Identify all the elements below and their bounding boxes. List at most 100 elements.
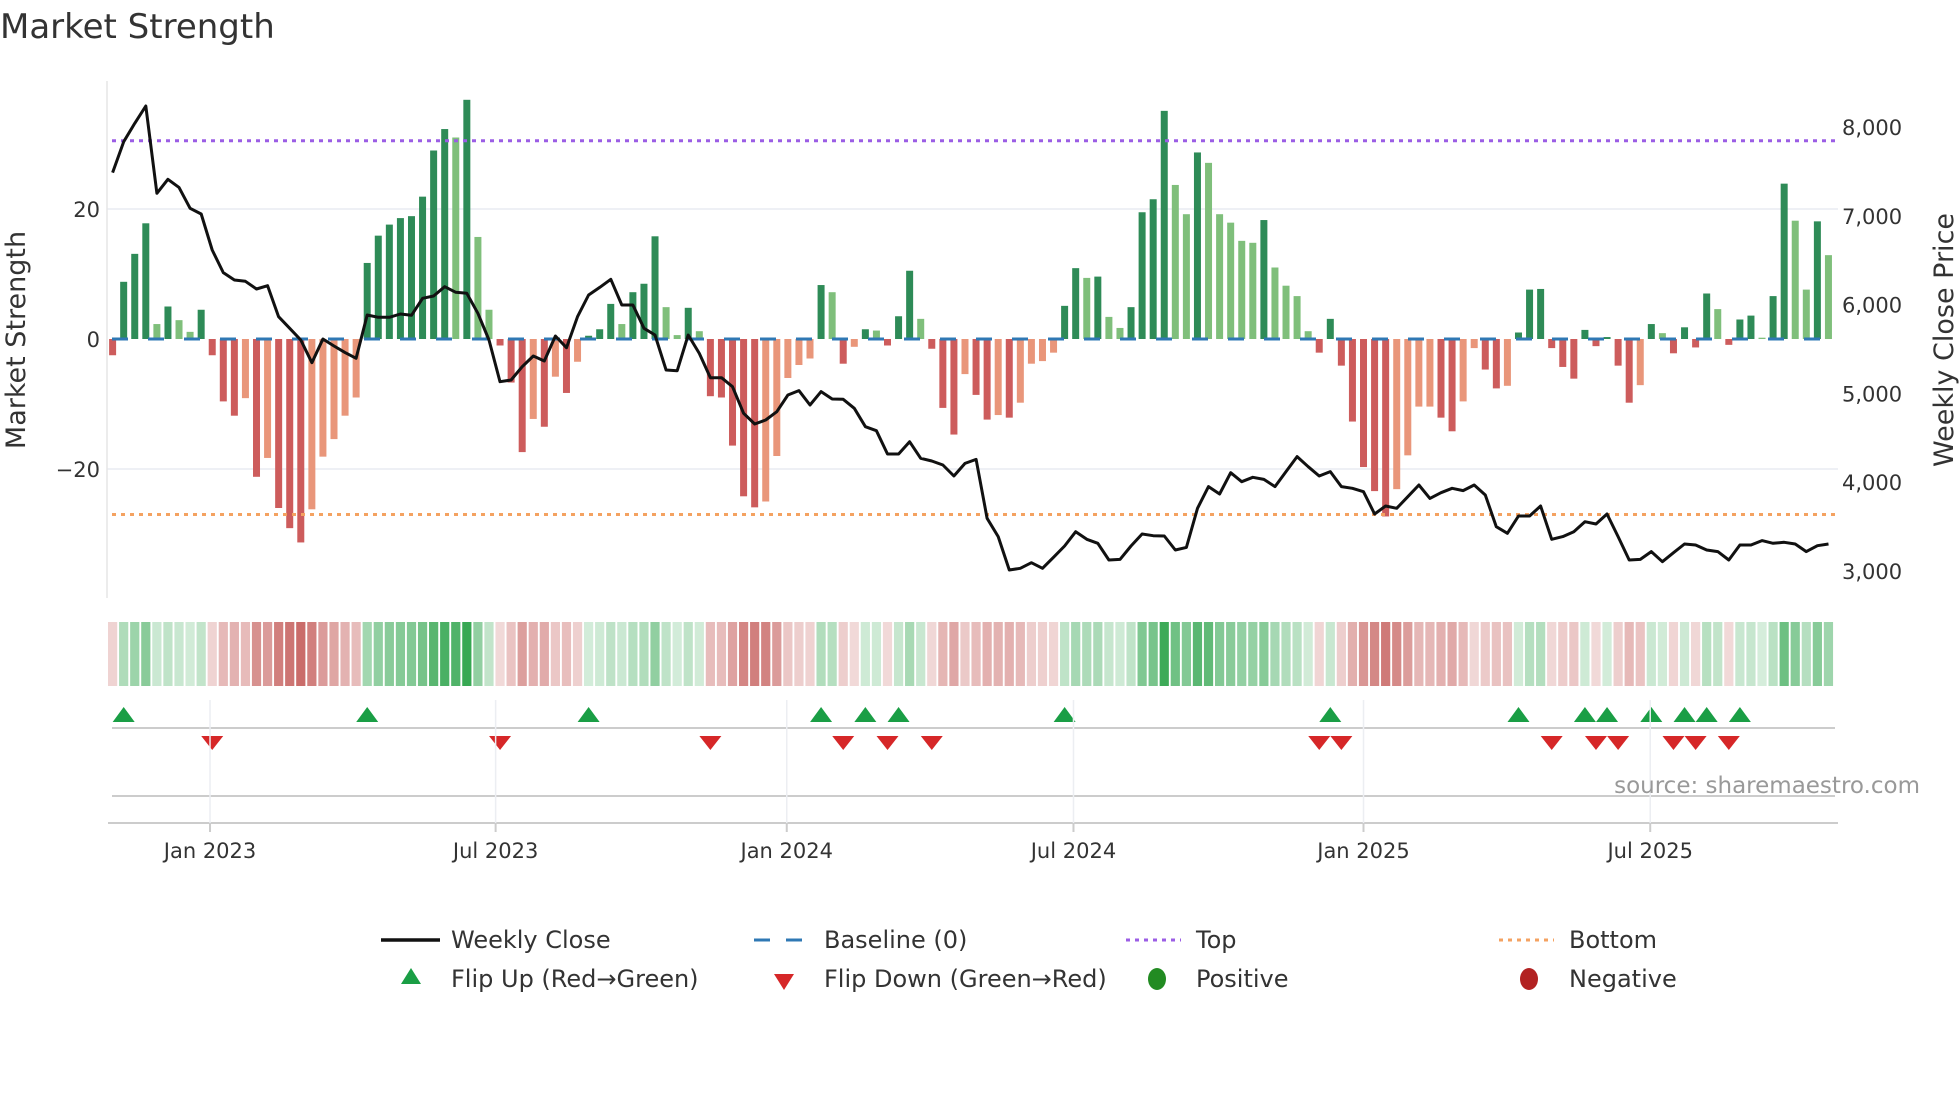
- strength-bar: [1813, 221, 1821, 339]
- strength-bar: [717, 339, 725, 398]
- strength-bar: [1249, 242, 1257, 339]
- heat-cell: [1347, 622, 1358, 686]
- heat-cell: [982, 622, 992, 686]
- strength-bar: [651, 236, 659, 339]
- strength-bar: [1404, 339, 1412, 456]
- strength-bar: [1415, 339, 1423, 407]
- heat-cell: [1115, 622, 1125, 686]
- strength-bar: [131, 253, 139, 339]
- heat-cell: [1458, 622, 1468, 686]
- heat-cell: [694, 622, 704, 686]
- heat-cell: [794, 622, 804, 686]
- strength-bar: [330, 339, 338, 440]
- heat-cell: [130, 622, 140, 686]
- strength-bar: [1094, 276, 1102, 339]
- heat-cell: [539, 622, 549, 686]
- legend: Weekly Close Baseline (0) Top Bottom Fli…: [381, 926, 1677, 993]
- left-tick-label: −20: [56, 458, 100, 482]
- heat-cell: [1801, 622, 1811, 686]
- strength-bar: [1326, 318, 1334, 339]
- strength-bar: [1337, 339, 1345, 366]
- strength-bar: [120, 281, 128, 339]
- heat-cell: [805, 622, 815, 686]
- heat-cell: [296, 622, 306, 686]
- strength-bar: [795, 339, 803, 365]
- flip-down-marker: [1308, 736, 1331, 750]
- heat-cell: [1513, 622, 1524, 686]
- heat-cell: [1558, 622, 1568, 686]
- strength-bar: [839, 339, 847, 364]
- flip-up-marker: [1673, 707, 1696, 722]
- left-axis-ticks: 20 0 −20: [56, 198, 100, 482]
- heat-cell: [185, 622, 195, 686]
- heat-cell: [650, 622, 660, 686]
- flip-down-marker: [876, 736, 899, 750]
- strength-bar: [1271, 267, 1279, 339]
- heat-cell: [1635, 622, 1645, 686]
- strength-bar: [529, 339, 537, 419]
- strength-bar: [1824, 255, 1832, 339]
- strength-bar: [706, 339, 714, 397]
- heat-cell: [905, 622, 915, 686]
- flip-down-marker: [489, 736, 512, 750]
- strength-bar: [1149, 199, 1157, 339]
- strength-bar: [1193, 152, 1201, 339]
- heat-cell: [849, 622, 859, 686]
- right-tick-label: 7,000: [1842, 205, 1902, 229]
- heat-cell: [119, 622, 129, 686]
- heat-cell: [716, 622, 727, 686]
- strength-bar: [286, 339, 294, 529]
- strength-bar: [1083, 277, 1091, 339]
- heat-cell: [1790, 622, 1800, 686]
- heat-cell: [307, 622, 317, 686]
- heat-cell: [1358, 622, 1369, 686]
- heat-cell: [1126, 622, 1136, 686]
- strength-bar: [1227, 222, 1235, 339]
- heat-cell: [860, 622, 870, 686]
- strength-bar: [496, 339, 504, 346]
- heat-cell: [351, 622, 361, 686]
- heat-cell: [1735, 622, 1745, 686]
- heat-cell: [1148, 622, 1158, 686]
- heat-cell: [683, 622, 693, 686]
- flip-up-marker: [1319, 707, 1342, 722]
- flip-up-marker: [112, 707, 135, 722]
- heat-cell: [783, 622, 793, 686]
- heat-cell: [1436, 622, 1446, 686]
- flip-up-marker: [854, 707, 877, 722]
- legend-bottom: Bottom: [1569, 926, 1657, 954]
- flip-down-marker: [1540, 736, 1563, 750]
- strength-bar: [1238, 240, 1246, 339]
- flip-down-marker: [1330, 736, 1353, 750]
- strength-bar: [1703, 293, 1711, 339]
- heat-cell: [738, 622, 749, 686]
- strength-bar: [994, 339, 1002, 416]
- heat-cell: [750, 622, 760, 686]
- strength-bar: [1614, 339, 1622, 366]
- heat-cell: [152, 622, 162, 686]
- strength-bar: [1005, 339, 1013, 418]
- strength-bar: [1171, 184, 1179, 339]
- x-tick-label: Jan 2023: [162, 839, 257, 863]
- heat-cell: [406, 622, 417, 686]
- strength-bar: [230, 339, 238, 416]
- heat-cell: [1259, 622, 1269, 686]
- heat-cell: [938, 622, 948, 686]
- strength-bar: [153, 324, 161, 339]
- strength-bar: [374, 235, 382, 339]
- strength-bar: [939, 339, 947, 408]
- strength-bar: [972, 339, 980, 395]
- heat-cell: [628, 622, 638, 686]
- strength-bar: [308, 339, 316, 510]
- strength-bar: [1526, 289, 1534, 339]
- strength-bar: [1072, 268, 1080, 339]
- flip-up-marker: [1640, 707, 1663, 722]
- heat-cell: [1624, 622, 1634, 686]
- heat-cell: [1580, 622, 1590, 686]
- heat-cell: [506, 622, 516, 686]
- strength-bar: [917, 318, 925, 339]
- heat-cell: [550, 622, 560, 686]
- heat-cell: [1425, 622, 1435, 686]
- strength-bar: [928, 339, 936, 349]
- heat-cell: [417, 622, 428, 686]
